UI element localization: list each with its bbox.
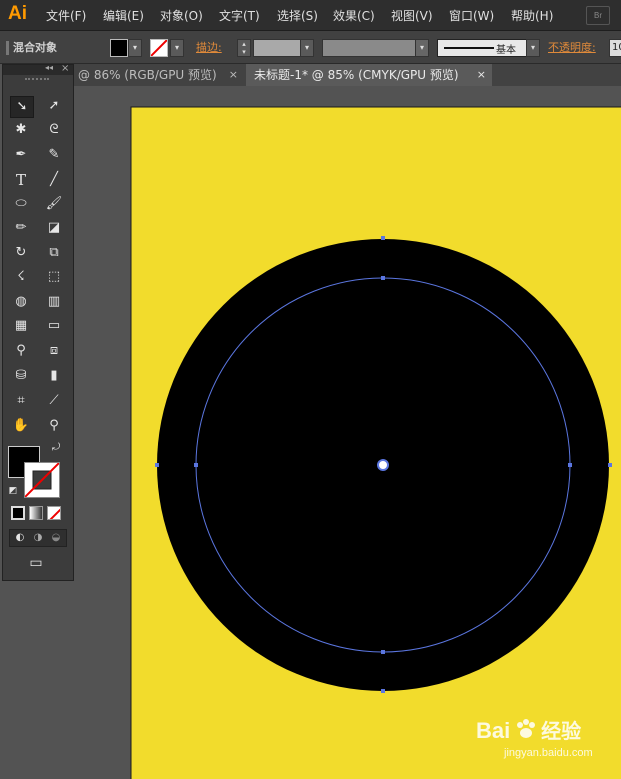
no-stroke-icon (151, 40, 167, 56)
stroke-label[interactable]: 描边: (196, 39, 222, 55)
stroke-dropdown[interactable]: ▾ (170, 39, 184, 57)
fill-swatch[interactable] (110, 39, 128, 57)
mesh-tool-icon[interactable]: ▦ (10, 316, 32, 336)
eraser-tool-icon[interactable]: ◪ (43, 218, 65, 238)
artboard-tool-icon[interactable]: ⌗ (10, 391, 32, 411)
menu-file[interactable]: 文件(F) (46, 7, 86, 24)
menu-edit[interactable]: 编辑(E) (103, 7, 144, 24)
menu-type[interactable]: 文字(T) (219, 7, 260, 24)
eyedropper-tool-icon[interactable]: ⚲ (10, 341, 32, 361)
screen-mode-icon[interactable]: ▭ (25, 553, 47, 573)
watermark-brand: Bai (476, 718, 511, 743)
bridge-button[interactable]: Br (586, 6, 610, 25)
collapse-icon[interactable]: ◂◂ (45, 63, 53, 72)
variable-width-dropdown[interactable]: ▾ (415, 39, 429, 57)
tab-label: 未标题-1* @ 85% (CMYK/GPU 预览) (254, 68, 459, 82)
blend-tool-icon[interactable]: ⧈ (43, 341, 65, 361)
drawing-modes: ◐ ◑ ◒ (9, 529, 67, 547)
pen-tool-icon[interactable]: ✒ (10, 145, 32, 165)
menu-select[interactable]: 选择(S) (277, 7, 318, 24)
magic-wand-tool-icon[interactable]: ✱ (10, 120, 32, 140)
artboard-view[interactable] (72, 86, 621, 779)
stroke-color-box[interactable] (24, 462, 60, 498)
type-tool-icon[interactable]: T (10, 170, 32, 190)
stroke-weight-stepper[interactable]: ▴ ▾ (237, 39, 251, 57)
symbol-sprayer-tool-icon[interactable]: ⛁ (10, 366, 32, 386)
close-icon[interactable]: × (61, 63, 69, 74)
menu-window[interactable]: 窗口(W) (449, 7, 494, 24)
tools-panel-header[interactable]: ◂◂ × (3, 63, 73, 75)
selection-type-label: 混合对象 (6, 39, 57, 55)
draw-normal-icon[interactable]: ◐ (12, 530, 28, 546)
menu-bar: Ai 文件(F) 编辑(E) 对象(O) 文字(T) 选择(S) 效果(C) 视… (0, 0, 621, 31)
scale-tool-icon[interactable]: ⧉ (43, 243, 65, 263)
tab-document-2[interactable]: 未标题-1* @ 85% (CMYK/GPU 预览) × (246, 64, 492, 86)
paw-icon (516, 719, 535, 738)
canvas-area[interactable] (72, 86, 621, 779)
stroke-swatch[interactable] (150, 39, 168, 57)
app-logo: Ai (8, 3, 27, 24)
tab-label: @ 86% (RGB/GPU 预览) (78, 68, 217, 82)
watermark-url: jingyan.baidu.com (504, 747, 593, 759)
selection-tool-icon[interactable]: ➘ (10, 96, 34, 118)
shape-builder-tool-icon[interactable]: ◍ (10, 292, 32, 312)
tools-panel: ◂◂ × ➘ ➚ ✱ ᘓ ✒ ✎ T ╱ ⬭ 🖌 ✏ ◪ ↻ ⧉ ☇ ⬚ ◍ ▥… (2, 63, 74, 581)
close-icon[interactable]: × (229, 64, 238, 86)
stroke-weight-field[interactable] (253, 39, 301, 57)
grip-icon[interactable] (25, 78, 49, 84)
close-icon[interactable]: × (477, 64, 486, 86)
center-point-icon (377, 459, 389, 471)
opacity-field[interactable]: 10 (609, 39, 621, 57)
line-tool-icon[interactable]: ╱ (43, 170, 65, 190)
document-tabs: @ 86% (RGB/GPU 预览) × 未标题-1* @ 85% (CMYK/… (72, 64, 621, 86)
draw-behind-icon[interactable]: ◑ (30, 530, 46, 546)
variable-width-field[interactable] (322, 39, 416, 57)
no-stroke-icon (25, 463, 59, 497)
warp-tool-icon[interactable]: ☇ (10, 267, 32, 287)
ellipse-tool-icon[interactable]: ⬭ (10, 194, 32, 214)
direct-selection-tool-icon[interactable]: ➚ (43, 96, 65, 116)
hand-tool-icon[interactable]: ✋ (10, 416, 32, 436)
default-colors-icon[interactable]: ◩ (7, 485, 19, 497)
stroke-weight-dropdown[interactable]: ▾ (300, 39, 314, 57)
baidu-watermark: Bai 经验 jingyan.baidu.com (476, 715, 593, 759)
brush-dropdown[interactable]: ▾ (526, 39, 540, 57)
color-mode-icon[interactable] (11, 506, 25, 520)
color-modes (9, 505, 65, 523)
perspective-grid-tool-icon[interactable]: ▥ (43, 292, 65, 312)
watermark-brand-suffix: 经验 (541, 721, 582, 743)
curvature-tool-icon[interactable]: ✎ (43, 145, 65, 165)
tab-document-1[interactable]: @ 86% (RGB/GPU 预览) × (72, 64, 244, 86)
control-bar: 混合对象 ▾ ▾ 描边: ▴▾ ▾ ▾ 基本 ▾ 不透明度: 10 (0, 31, 621, 64)
free-transform-tool-icon[interactable]: ⬚ (43, 267, 65, 287)
zoom-tool-icon[interactable]: ⚲ (43, 416, 65, 436)
slice-tool-icon[interactable]: ⟋ (43, 391, 65, 411)
fill-dropdown[interactable]: ▾ (128, 39, 142, 57)
swap-colors-icon[interactable]: ⤾ (49, 441, 63, 455)
brush-definition-field[interactable]: 基本 (437, 39, 539, 57)
rotate-tool-icon[interactable]: ↻ (10, 243, 32, 263)
menu-object[interactable]: 对象(O) (160, 7, 203, 24)
paintbrush-tool-icon[interactable]: 🖌 (43, 194, 65, 214)
gradient-tool-icon[interactable]: ▭ (43, 316, 65, 336)
none-mode-icon[interactable] (47, 506, 61, 520)
menu-effect[interactable]: 效果(C) (333, 7, 375, 24)
pencil-tool-icon[interactable]: ✏ (10, 218, 32, 238)
opacity-label[interactable]: 不透明度: (548, 39, 596, 55)
column-graph-tool-icon[interactable]: ▮ (43, 366, 65, 386)
menu-help[interactable]: 帮助(H) (511, 7, 553, 24)
gradient-mode-icon[interactable] (29, 506, 43, 520)
draw-inside-icon[interactable]: ◒ (48, 530, 64, 546)
lasso-tool-icon[interactable]: ᘓ (43, 120, 65, 140)
menu-view[interactable]: 视图(V) (391, 7, 433, 24)
